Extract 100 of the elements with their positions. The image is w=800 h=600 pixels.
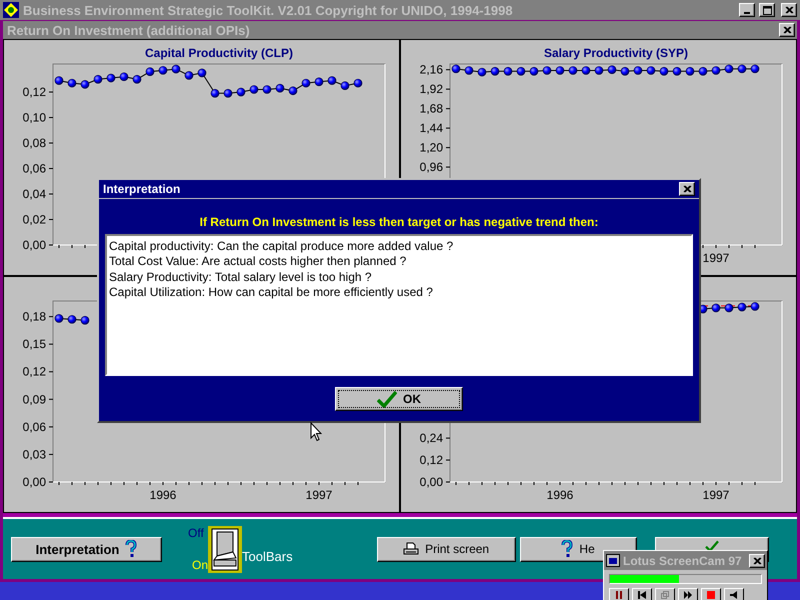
help-icon xyxy=(561,540,574,558)
axis-label: 0,00 xyxy=(22,475,46,489)
axis-label: 0,04 xyxy=(22,187,46,202)
data-point xyxy=(184,71,194,80)
fast-forward-icon xyxy=(684,591,692,599)
toggle-switch[interactable] xyxy=(208,526,242,572)
data-point xyxy=(464,66,474,75)
data-point xyxy=(672,67,682,76)
data-point xyxy=(504,67,512,76)
check-icon xyxy=(704,540,719,552)
data-point xyxy=(620,67,630,76)
data-point xyxy=(146,67,154,76)
data-point xyxy=(594,66,604,75)
axis-label: 1,20 xyxy=(420,140,443,155)
data-point xyxy=(302,78,310,88)
data-point xyxy=(738,302,746,312)
data-point xyxy=(314,78,324,86)
close-button[interactable] xyxy=(781,3,797,17)
data-point xyxy=(556,66,564,75)
speaker-icon xyxy=(730,591,737,599)
axis-label: 2,16 xyxy=(420,62,443,77)
axis-label: 1,44 xyxy=(420,121,443,136)
document-title: Return On Investment (additional OPIs) xyxy=(7,22,251,38)
data-point xyxy=(132,75,142,84)
cursor-icon xyxy=(310,422,322,442)
data-point xyxy=(262,85,272,94)
rewind-icon xyxy=(638,591,646,599)
data-point xyxy=(250,85,258,94)
data-point xyxy=(328,76,336,85)
data-point xyxy=(568,66,578,75)
list-line: Capital productivity: Can the capital produce more added value ? xyxy=(109,239,454,254)
stop-button[interactable] xyxy=(701,588,721,600)
check-icon xyxy=(377,390,397,408)
dialog-title: Interpretation xyxy=(103,182,182,196)
data-point xyxy=(106,74,116,82)
data-point xyxy=(288,86,298,96)
list-line: Salary Productivity: Total salary level is too high ? xyxy=(109,270,373,285)
print-button[interactable]: Print screen xyxy=(376,536,516,562)
data-point xyxy=(646,66,656,75)
data-point xyxy=(452,64,460,74)
close-icon xyxy=(785,6,794,14)
on-label: On xyxy=(191,558,208,572)
axis-label: 0,00 xyxy=(420,475,443,489)
close-icon xyxy=(683,185,692,193)
data-point xyxy=(724,64,734,74)
axis-label: 0,12 xyxy=(22,85,46,100)
pause-icon xyxy=(616,591,622,599)
axis-label: 1996 xyxy=(150,488,176,502)
axis-label: 0,02 xyxy=(22,212,46,226)
copy-icon xyxy=(661,591,669,599)
fast-forward-button[interactable] xyxy=(678,588,698,600)
close-button[interactable] xyxy=(679,182,695,196)
data-point xyxy=(94,75,102,84)
data-point xyxy=(198,68,206,78)
close-button[interactable] xyxy=(749,554,765,568)
axis-label: 0,96 xyxy=(420,160,443,174)
minimize-button[interactable] xyxy=(739,3,755,17)
data-point xyxy=(236,88,246,96)
list-line: Total Cost Value: Are actual costs higher then planned ? xyxy=(109,254,408,270)
interpretation-button[interactable]: Interpretation xyxy=(11,536,162,562)
axis-label: 0,08 xyxy=(22,136,46,150)
copy-button[interactable] xyxy=(655,588,675,600)
minimize-icon xyxy=(744,12,750,14)
data-point xyxy=(724,304,734,312)
data-point xyxy=(686,67,694,76)
data-point xyxy=(478,68,486,76)
close-button[interactable] xyxy=(779,23,795,37)
axis-label: 0,00 xyxy=(22,238,46,252)
data-point xyxy=(582,66,590,75)
axis-label: 0,06 xyxy=(22,420,46,434)
data-point xyxy=(660,67,668,76)
axis-label: 1997 xyxy=(702,488,730,502)
data-point xyxy=(542,66,552,75)
rewind-button[interactable] xyxy=(632,588,652,600)
axis-label: 0,12 xyxy=(420,453,443,468)
axis-label: 0,15 xyxy=(22,337,46,352)
axis-label: 0,03 xyxy=(22,447,46,462)
ok-button[interactable]: OK xyxy=(335,387,463,411)
data-point xyxy=(712,66,720,75)
data-point xyxy=(54,314,64,323)
dialog-heading: If Return On Investment is less then target or has negative trend then: xyxy=(200,215,598,229)
camera-icon xyxy=(606,554,620,567)
pause-button[interactable] xyxy=(609,588,629,600)
chart-title: Capital Productivity (CLP) xyxy=(145,46,293,60)
data-point xyxy=(712,304,720,312)
data-point xyxy=(490,67,500,76)
data-point xyxy=(68,78,76,88)
maximize-button[interactable] xyxy=(759,3,775,17)
axis-label: 1996 xyxy=(546,488,574,502)
axis-label: 0,24 xyxy=(420,431,443,446)
app-icon xyxy=(3,2,19,18)
data-point xyxy=(68,315,76,324)
axis-label: 0,10 xyxy=(22,110,46,125)
axis-label: 0,12 xyxy=(22,364,46,379)
axis-label: 1997 xyxy=(702,251,730,265)
speaker-button[interactable] xyxy=(724,588,744,600)
off-label: Off xyxy=(188,526,205,540)
data-point xyxy=(210,89,220,98)
axis-label: 1997 xyxy=(306,488,332,502)
axis-label: 0,09 xyxy=(22,392,46,406)
